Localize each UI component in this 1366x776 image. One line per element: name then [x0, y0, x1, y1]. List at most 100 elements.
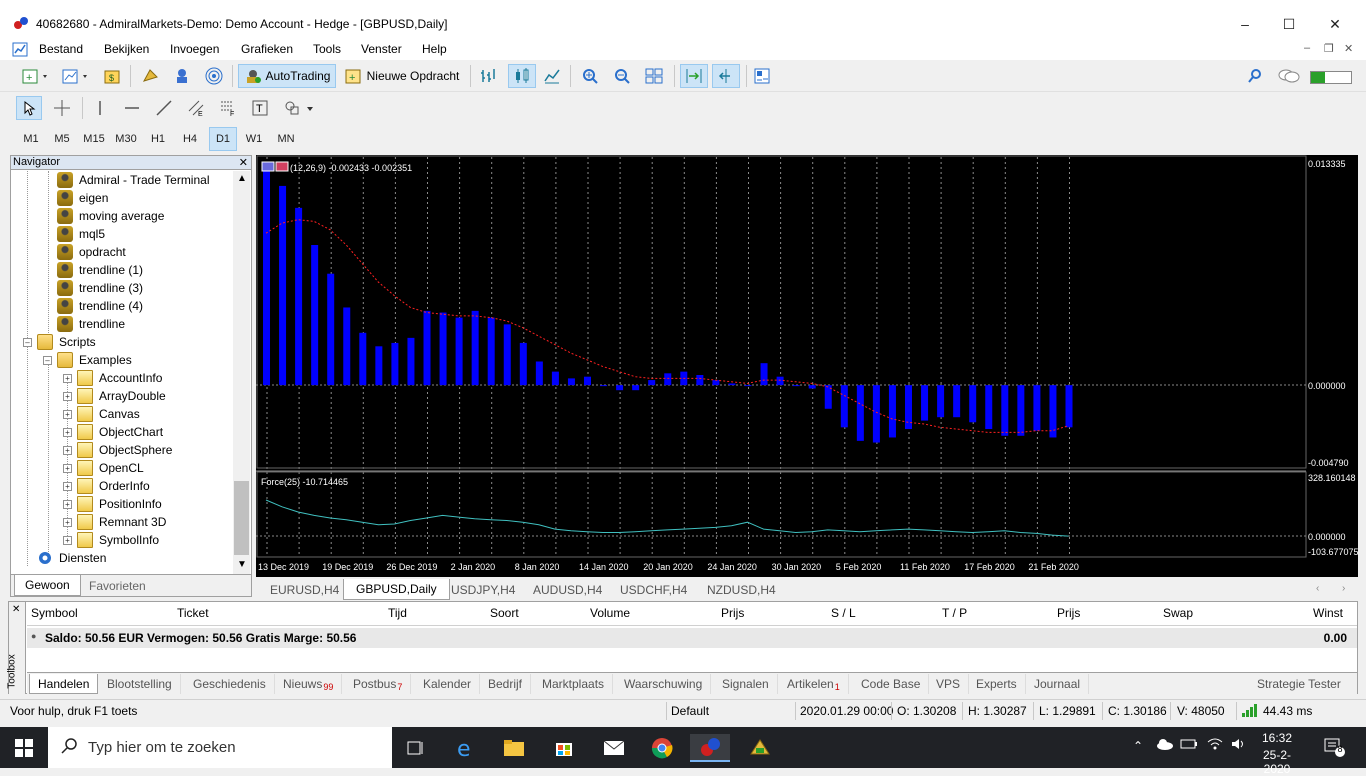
- timeframe-m15[interactable]: M15: [80, 127, 108, 151]
- taskbar-time[interactable]: 16:32: [1255, 731, 1299, 745]
- col-sl[interactable]: S / L: [831, 606, 856, 620]
- timeframe-h4[interactable]: H4: [176, 127, 204, 151]
- cursor-icon[interactable]: [16, 96, 42, 120]
- expand-icon[interactable]: +: [63, 428, 72, 437]
- tab-bedrijf[interactable]: Bedrijf: [480, 674, 532, 694]
- zoom-out-icon[interactable]: [610, 64, 634, 88]
- metatrader-taskbar-icon[interactable]: [690, 734, 730, 762]
- nav-expert[interactable]: Admiral - Trade Terminal: [57, 171, 210, 189]
- wifi-icon[interactable]: [1206, 737, 1224, 754]
- col-prijs-current[interactable]: Prijs: [1057, 606, 1080, 620]
- windows-start-icon[interactable]: [4, 734, 44, 762]
- nav-example-item[interactable]: OpenCL: [77, 459, 144, 477]
- tray-expand-icon[interactable]: ⌃: [1133, 739, 1143, 753]
- scroll-thumb[interactable]: [234, 481, 249, 555]
- chart-tab-nzdusd[interactable]: NZDUSD,H4: [695, 579, 788, 600]
- tab-marktplaats[interactable]: Marktplaats: [534, 674, 614, 694]
- bar-chart-icon[interactable]: [476, 64, 500, 88]
- signals-icon[interactable]: [202, 64, 226, 88]
- templates-icon[interactable]: [750, 64, 774, 88]
- nav-example-item[interactable]: Canvas: [77, 405, 140, 423]
- tab-scroll-right-icon[interactable]: ›: [1342, 583, 1345, 594]
- menu-invoegen[interactable]: Invoegen: [170, 42, 219, 56]
- chat-icon[interactable]: [1276, 64, 1302, 88]
- tab-vps[interactable]: VPS: [928, 674, 970, 694]
- file-explorer-icon[interactable]: [494, 734, 534, 762]
- status-profile[interactable]: Default: [671, 704, 709, 718]
- tab-blootstelling[interactable]: Blootstelling: [99, 674, 181, 694]
- market-watch-icon[interactable]: $: [100, 64, 124, 88]
- store-icon[interactable]: [544, 734, 584, 762]
- nav-example-item[interactable]: PositionInfo: [77, 495, 162, 513]
- nav-example-item[interactable]: OrderInfo: [77, 477, 150, 495]
- shapes-dropdown-icon[interactable]: [280, 96, 318, 120]
- nav-example-item[interactable]: ArrayDouble: [77, 387, 166, 405]
- nav-expert[interactable]: trendline (4): [57, 297, 143, 315]
- expand-icon[interactable]: +: [63, 464, 72, 473]
- task-view-icon[interactable]: [396, 734, 436, 762]
- navigator-close-icon[interactable]: ✕: [239, 156, 248, 169]
- close-button[interactable]: ✕: [1312, 10, 1358, 38]
- chart-window-icon[interactable]: [12, 42, 28, 57]
- menu-bestand[interactable]: Bestand: [39, 42, 83, 56]
- chart-canvas[interactable]: (12,26,9) -0.002433 -0.002351 Force(25) …: [256, 155, 1358, 577]
- nav-example-item[interactable]: SymbolInfo: [77, 531, 159, 549]
- collapse-scripts-icon[interactable]: –: [23, 338, 32, 347]
- nav-expert[interactable]: opdracht: [57, 243, 126, 261]
- chart-tab-usdjpy[interactable]: USDJPY,H4: [439, 579, 527, 600]
- tab-code-base[interactable]: Code Base: [853, 674, 930, 694]
- navigator-icon[interactable]: [170, 64, 194, 88]
- expand-icon[interactable]: +: [63, 446, 72, 455]
- chart-tab-eurusd[interactable]: EURUSD,H4: [258, 579, 351, 600]
- edge-icon[interactable]: e: [446, 734, 486, 762]
- nav-expert[interactable]: eigen: [57, 189, 108, 207]
- candlestick-chart-icon[interactable]: [508, 64, 536, 88]
- text-label-icon[interactable]: T: [248, 96, 272, 120]
- tab-nieuws[interactable]: Nieuws 99: [275, 674, 343, 694]
- tab-strategy-tester[interactable]: Strategie Tester: [1249, 674, 1349, 694]
- menu-tools[interactable]: Tools: [313, 42, 341, 56]
- navigator-scrollbar[interactable]: ▲ ▼: [233, 171, 250, 574]
- expand-icon[interactable]: +: [63, 482, 72, 491]
- mdi-minimize-icon[interactable]: –: [1304, 42, 1310, 54]
- mdi-close-icon[interactable]: ✕: [1344, 42, 1353, 55]
- nav-example-item[interactable]: AccountInfo: [77, 369, 162, 387]
- nav-expert[interactable]: trendline (1): [57, 261, 143, 279]
- tab-favorieten[interactable]: Favorieten: [79, 575, 156, 596]
- col-prijs[interactable]: Prijs: [721, 606, 744, 620]
- data-window-icon[interactable]: [138, 64, 162, 88]
- crosshair-icon[interactable]: [50, 96, 74, 120]
- tab-signalen[interactable]: Signalen: [714, 674, 778, 694]
- battery-icon[interactable]: [1180, 737, 1198, 754]
- chrome-icon[interactable]: [642, 734, 682, 762]
- minimize-button[interactable]: –: [1222, 10, 1268, 38]
- chart-tab-gbpusd[interactable]: GBPUSD,Daily: [343, 579, 450, 600]
- scroll-down-icon[interactable]: ▼: [237, 559, 247, 570]
- col-volume[interactable]: Volume: [590, 606, 630, 620]
- volume-icon[interactable]: [1230, 737, 1248, 754]
- timeframe-d1[interactable]: D1: [209, 127, 237, 151]
- scroll-up-icon[interactable]: ▲: [237, 173, 247, 184]
- new-order-button[interactable]: + Nieuwe Opdracht: [340, 64, 464, 88]
- nav-expert[interactable]: trendline: [57, 315, 125, 333]
- signal-strength-icon[interactable]: [1242, 704, 1258, 720]
- expand-icon[interactable]: +: [63, 392, 72, 401]
- menu-grafieken[interactable]: Grafieken: [241, 42, 293, 56]
- col-tijd[interactable]: Tijd: [388, 606, 407, 620]
- nav-scripts[interactable]: Scripts: [37, 333, 96, 351]
- chart-tab-usdchf[interactable]: USDCHF,H4: [608, 579, 699, 600]
- toolbox-close-icon[interactable]: ✕: [12, 604, 20, 615]
- nav-examples[interactable]: Examples: [57, 351, 132, 369]
- tab-postbus[interactable]: Postbus 7: [345, 674, 412, 694]
- timeframe-m5[interactable]: M5: [48, 127, 76, 151]
- tab-experts[interactable]: Experts: [968, 674, 1026, 694]
- nav-expert[interactable]: mql5: [57, 225, 105, 243]
- nav-expert[interactable]: trendline (3): [57, 279, 143, 297]
- tile-windows-icon[interactable]: [642, 64, 666, 88]
- timeframe-h1[interactable]: H1: [144, 127, 172, 151]
- equidistant-channel-icon[interactable]: E: [184, 96, 208, 120]
- expand-icon[interactable]: +: [63, 410, 72, 419]
- line-chart-icon[interactable]: [540, 64, 564, 88]
- nav-example-item[interactable]: ObjectChart: [77, 423, 163, 441]
- zoom-in-icon[interactable]: [578, 64, 602, 88]
